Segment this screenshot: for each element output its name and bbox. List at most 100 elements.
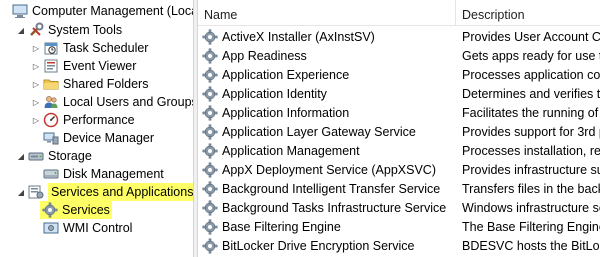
tree-expander-none <box>31 165 41 183</box>
gear-icon <box>202 86 218 101</box>
service-description: Provides support for 3rd p <box>462 124 600 139</box>
gear-icon <box>202 48 218 63</box>
tree-item-system-tools[interactable]: ◢ System Tools <box>16 21 122 39</box>
expanded-arrow-icon[interactable]: ◢ <box>16 21 26 39</box>
table-row[interactable]: Application Information Facilitates the … <box>198 103 600 122</box>
row-name-cell: Base Filtering Engine <box>198 219 456 235</box>
gear-icon <box>202 67 218 82</box>
table-row[interactable]: Application Experience Processes applica… <box>198 65 600 84</box>
tools-icon <box>28 22 44 38</box>
table-row[interactable]: Application Identity Determines and veri… <box>198 84 600 103</box>
performance-icon <box>43 112 59 128</box>
tree-expander-none <box>31 129 41 147</box>
gear-icon <box>202 124 218 139</box>
tree-item-label: System Tools <box>48 23 123 37</box>
table-row[interactable]: Background Tasks Infrastructure Service … <box>198 198 600 217</box>
gear-icon <box>202 29 218 44</box>
gear-icon <box>202 143 218 158</box>
service-description: The Base Filtering Engine <box>462 219 600 234</box>
gear-icon <box>202 105 218 120</box>
gear-icon <box>42 202 58 218</box>
gear-icon <box>202 200 218 215</box>
table-row[interactable]: Application Layer Gateway Service Provid… <box>198 122 600 141</box>
tree-item-label: Local Users and Groups <box>63 95 193 109</box>
gear-icon <box>202 219 218 234</box>
disk-icon <box>43 166 59 182</box>
service-description: Gets apps ready for use th <box>462 48 600 63</box>
row-name-cell: Application Identity <box>198 86 456 102</box>
service-name: ActiveX Installer (AxInstSV) <box>222 29 375 44</box>
list-header: Name Description <box>198 0 600 26</box>
column-header-description[interactable]: Description <box>456 0 600 26</box>
row-name-cell: Background Intelligent Transfer Service <box>198 181 456 197</box>
row-name-cell: ActiveX Installer (AxInstSV) <box>198 29 456 45</box>
collapsed-arrow-icon[interactable]: ▷ <box>31 93 41 111</box>
tree-expander-none <box>31 219 41 237</box>
tree-item-performance[interactable]: ▷ Performance <box>31 111 135 129</box>
collapsed-arrow-icon[interactable]: ▷ <box>31 39 41 57</box>
row-name-cell: Background Tasks Infrastructure Service <box>198 200 456 216</box>
gear-icon <box>202 181 218 196</box>
service-description: Provides User Account Co <box>462 29 600 44</box>
tree-item-local-users-and-groups[interactable]: ▷ Local Users and Groups <box>31 93 193 111</box>
row-name-cell: Application Information <box>198 105 456 121</box>
row-name-cell: AppX Deployment Service (AppXSVC) <box>198 162 456 178</box>
column-header-name[interactable]: Name <box>198 0 456 26</box>
tree-item-label: Services and Applications <box>48 183 193 201</box>
service-description: Processes installation, rem <box>462 143 600 158</box>
tree-item-services-and-applications[interactable]: ◢ Services and Applications <box>16 183 193 201</box>
tree-item-disk-management[interactable]: Disk Management <box>31 165 164 183</box>
row-name-cell: BitLocker Drive Encryption Service <box>198 238 456 254</box>
collapsed-arrow-icon[interactable]: ▷ <box>31 111 41 129</box>
service-name: Background Tasks Infrastructure Service <box>222 200 447 215</box>
tree-item-shared-folders[interactable]: ▷ Shared Folders <box>31 75 149 93</box>
collapsed-arrow-icon[interactable]: ▷ <box>31 75 41 93</box>
service-name: Application Identity <box>222 86 327 101</box>
clock-icon <box>43 40 59 56</box>
tree-item-label: WMI Control <box>63 221 133 235</box>
service-description: Provides infrastructure sup <box>462 162 600 177</box>
tree-item-event-viewer[interactable]: ▷ Event Viewer <box>31 57 137 75</box>
table-row[interactable]: Application Management Processes install… <box>198 141 600 160</box>
storage-icon <box>28 148 44 164</box>
tree-item-storage[interactable]: ◢ Storage <box>16 147 92 165</box>
device-manager-icon <box>43 130 59 146</box>
collapsed-arrow-icon[interactable]: ▷ <box>31 57 41 75</box>
service-description: Facilitates the running of i <box>462 105 600 120</box>
tree-item-wmi-control[interactable]: WMI Control <box>31 219 132 237</box>
row-name-cell: Application Layer Gateway Service <box>198 124 456 140</box>
row-name-cell: App Readiness <box>198 48 456 64</box>
table-row[interactable]: AppX Deployment Service (AppXSVC) Provid… <box>198 160 600 179</box>
tree-item-label: Task Scheduler <box>63 41 149 55</box>
tree-item-label: Device Manager <box>63 131 155 145</box>
gear-icon <box>202 238 218 253</box>
tree-item-task-scheduler[interactable]: ▷ Task Scheduler <box>31 39 149 57</box>
expanded-arrow-icon[interactable]: ◢ <box>16 147 26 165</box>
tree-item-computer-management[interactable]: Computer Management (Local <box>0 2 193 20</box>
tree-item-label: Shared Folders <box>63 77 149 91</box>
service-name: Application Management <box>222 143 360 158</box>
tree-item-services[interactable]: Services <box>40 201 112 219</box>
table-row[interactable]: BitLocker Drive Encryption Service BDESV… <box>198 236 600 255</box>
service-name: Application Experience <box>222 67 350 82</box>
tree-item-device-manager[interactable]: Device Manager <box>31 129 154 147</box>
computer-icon <box>12 3 28 19</box>
service-name: Background Intelligent Transfer Service <box>222 181 441 196</box>
tree-item-label: Services <box>62 203 110 217</box>
folder-icon <box>43 76 59 92</box>
table-row[interactable]: Background Intelligent Transfer Service … <box>198 179 600 198</box>
services-apps-icon <box>28 184 44 200</box>
service-description: BDESVC hosts the BitLock <box>462 238 600 253</box>
expanded-arrow-icon[interactable]: ◢ <box>16 183 26 201</box>
service-description: Determines and verifies th <box>462 86 600 101</box>
table-row[interactable]: ActiveX Installer (AxInstSV) Provides Us… <box>198 27 600 46</box>
wmi-icon <box>43 220 59 236</box>
table-row[interactable]: Base Filtering Engine The Base Filtering… <box>198 217 600 236</box>
row-name-cell: Application Management <box>198 143 456 159</box>
tree-item-label: Event Viewer <box>63 59 137 73</box>
tree-item-label: Computer Management (Local <box>32 4 193 18</box>
table-row[interactable]: App Readiness Gets apps ready for use th <box>198 46 600 65</box>
tree-expander-none <box>0 2 10 20</box>
navigation-tree: Computer Management (Local ◢ System Tool… <box>0 0 193 257</box>
service-description: Transfers files in the backg <box>462 181 600 196</box>
